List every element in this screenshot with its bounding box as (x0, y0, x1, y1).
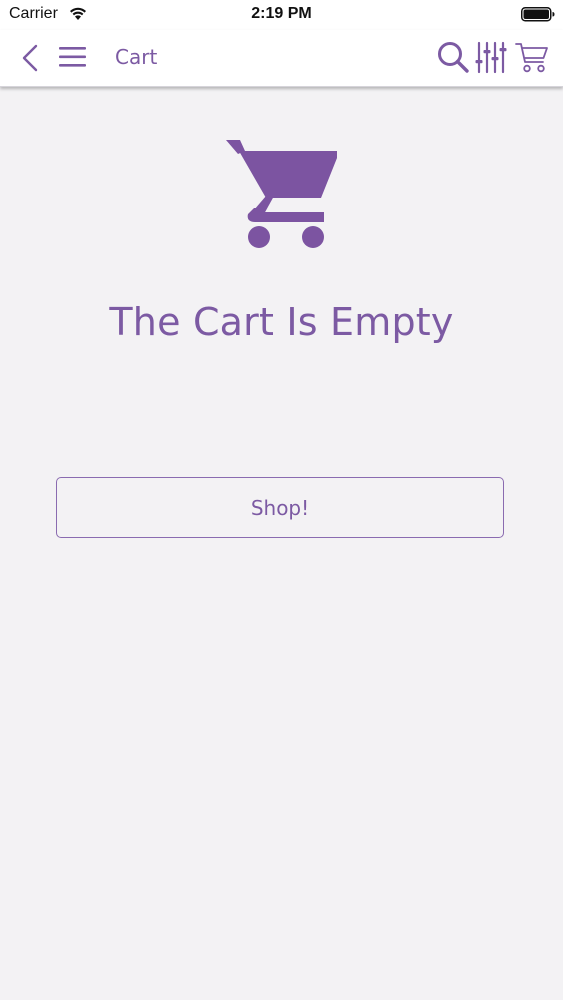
cart-icon (224, 138, 340, 255)
back-chevron-icon[interactable] (20, 44, 40, 77)
status-bar: Carrier 2:19 PM (0, 0, 563, 30)
filter-icon[interactable] (475, 41, 507, 79)
shop-button[interactable]: Shop! (56, 477, 504, 538)
battery-icon (521, 7, 555, 27)
search-icon[interactable] (437, 41, 470, 79)
status-time: 2:19 PM (251, 5, 312, 22)
navigation-bar: Cart (0, 30, 563, 87)
cart-icon[interactable] (515, 42, 549, 79)
menu-icon[interactable] (59, 46, 87, 73)
page-title: Cart (115, 45, 158, 69)
empty-cart-title: The Cart Is Empty (109, 300, 454, 344)
